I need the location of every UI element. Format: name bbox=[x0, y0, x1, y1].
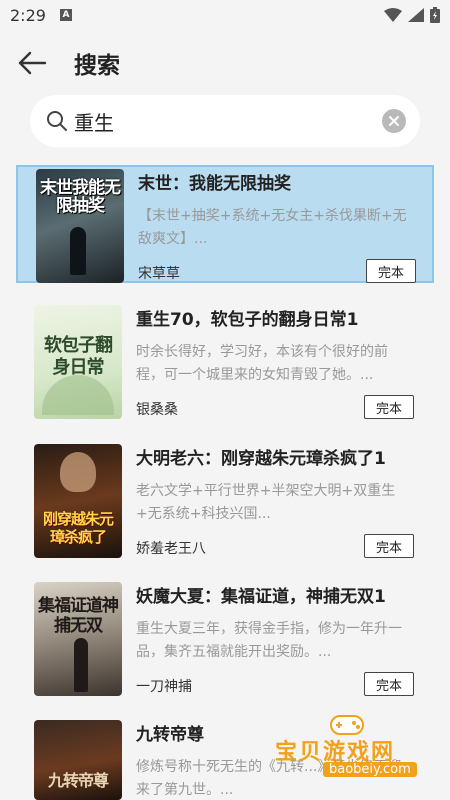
book-info: 重生70，软包子的翻身日常1 时余长得好，学习好，本该有个很好的前程，可一个城里… bbox=[136, 303, 426, 419]
book-description: 重生大夏三年，获得金手指，修为一年升一品，集齐五福就能开出奖励。... bbox=[136, 621, 402, 660]
book-item[interactable]: 软包子翻身日常 重生70，软包子的翻身日常1 时余长得好，学习好，本该有个很好的… bbox=[16, 303, 434, 421]
book-cover: 集福证道神捕无双 bbox=[34, 582, 122, 696]
book-description: 老六文学+平行世界+半架空大明+双重生+无系统+科技兴国... bbox=[136, 483, 396, 522]
clear-button[interactable] bbox=[382, 109, 406, 133]
book-author: 娇羞老王八 bbox=[136, 541, 206, 557]
status-time: 2:29 bbox=[10, 5, 46, 25]
book-cover: 刚穿越朱元璋杀疯了 bbox=[34, 444, 122, 558]
book-title: 妖魔大夏：集福证道，神捕无双1 bbox=[136, 587, 386, 607]
watermark-sub: baobeiy.com bbox=[323, 762, 417, 777]
wifi-icon bbox=[384, 8, 402, 22]
status-badge: 完本 bbox=[364, 534, 414, 558]
book-item[interactable]: 集福证道神捕无双 妖魔大夏：集福证道，神捕无双1 重生大夏三年，获得金手指，修为… bbox=[16, 580, 434, 698]
signal-icon bbox=[408, 8, 424, 22]
book-item[interactable]: 末世我能无限抽奖 末世：我能无限抽奖 【末世+抽奖+系统+无女主+杀伐果断+无敌… bbox=[16, 165, 434, 283]
cover-title: 软包子翻身日常 bbox=[44, 335, 113, 378]
cover-title: 刚穿越朱元璋杀疯了 bbox=[42, 510, 114, 546]
cover-title: 九转帝尊 bbox=[47, 771, 109, 790]
header: 搜索 bbox=[0, 40, 450, 86]
status-icons bbox=[384, 7, 440, 23]
book-info: 妖魔大夏：集福证道，神捕无双1 重生大夏三年，获得金手指，修为一年升一品，集齐五… bbox=[136, 580, 426, 696]
battery-icon bbox=[430, 7, 440, 23]
cover-figure bbox=[70, 227, 86, 275]
status-bar: 2:29 A bbox=[0, 0, 450, 30]
status-badge: 完本 bbox=[364, 672, 414, 696]
sim-icon: A bbox=[59, 9, 72, 21]
book-title: 大明老六：刚穿越朱元璋杀疯了1 bbox=[136, 449, 386, 469]
book-info: 末世：我能无限抽奖 【末世+抽奖+系统+无女主+杀伐果断+无敌爽文】... 宋草… bbox=[138, 167, 428, 283]
book-title: 重生70，软包子的翻身日常1 bbox=[136, 310, 359, 330]
book-description: 【末世+抽奖+系统+无女主+杀伐果断+无敌爽文】... bbox=[138, 208, 407, 247]
book-cover: 九转帝尊 bbox=[34, 720, 122, 800]
back-button[interactable] bbox=[12, 43, 52, 83]
status-badge: 完本 bbox=[364, 395, 414, 419]
book-title: 末世：我能无限抽奖 bbox=[138, 174, 291, 194]
search-box[interactable]: 重生 bbox=[30, 95, 420, 147]
book-description: 时余长得好，学习好，本该有个很好的前程，可一个城里来的女知青毁了她。... bbox=[136, 344, 388, 383]
book-info: 大明老六：刚穿越朱元璋杀疯了1 老六文学+平行世界+半架空大明+双重生+无系统+… bbox=[136, 442, 426, 558]
book-cover: 软包子翻身日常 bbox=[34, 305, 122, 419]
cover-figure bbox=[60, 452, 96, 492]
arrow-left-icon bbox=[18, 51, 47, 75]
cover-figure bbox=[74, 638, 88, 692]
watermark-logo: 宝贝游戏网 baobeiy.com bbox=[275, 712, 445, 790]
status-badge: 完本 bbox=[366, 259, 416, 283]
book-cover: 末世我能无限抽奖 bbox=[36, 169, 124, 283]
book-title: 九转帝尊 bbox=[136, 725, 204, 745]
search-input[interactable]: 重生 bbox=[74, 107, 382, 136]
cover-title: 末世我能无限抽奖 bbox=[40, 178, 121, 216]
close-icon bbox=[389, 116, 399, 126]
book-item[interactable]: 刚穿越朱元璋杀疯了 大明老六：刚穿越朱元璋杀疯了1 老六文学+平行世界+半架空大… bbox=[16, 442, 434, 560]
search-icon bbox=[47, 111, 67, 131]
cover-title: 集福证道神捕无双 bbox=[38, 596, 119, 636]
page-title: 搜索 bbox=[74, 53, 120, 79]
book-author: 银桑桑 bbox=[136, 402, 178, 418]
cover-decoration bbox=[42, 375, 114, 415]
book-author: 一刀神捕 bbox=[136, 679, 192, 695]
book-author: 宋草草 bbox=[138, 266, 180, 282]
